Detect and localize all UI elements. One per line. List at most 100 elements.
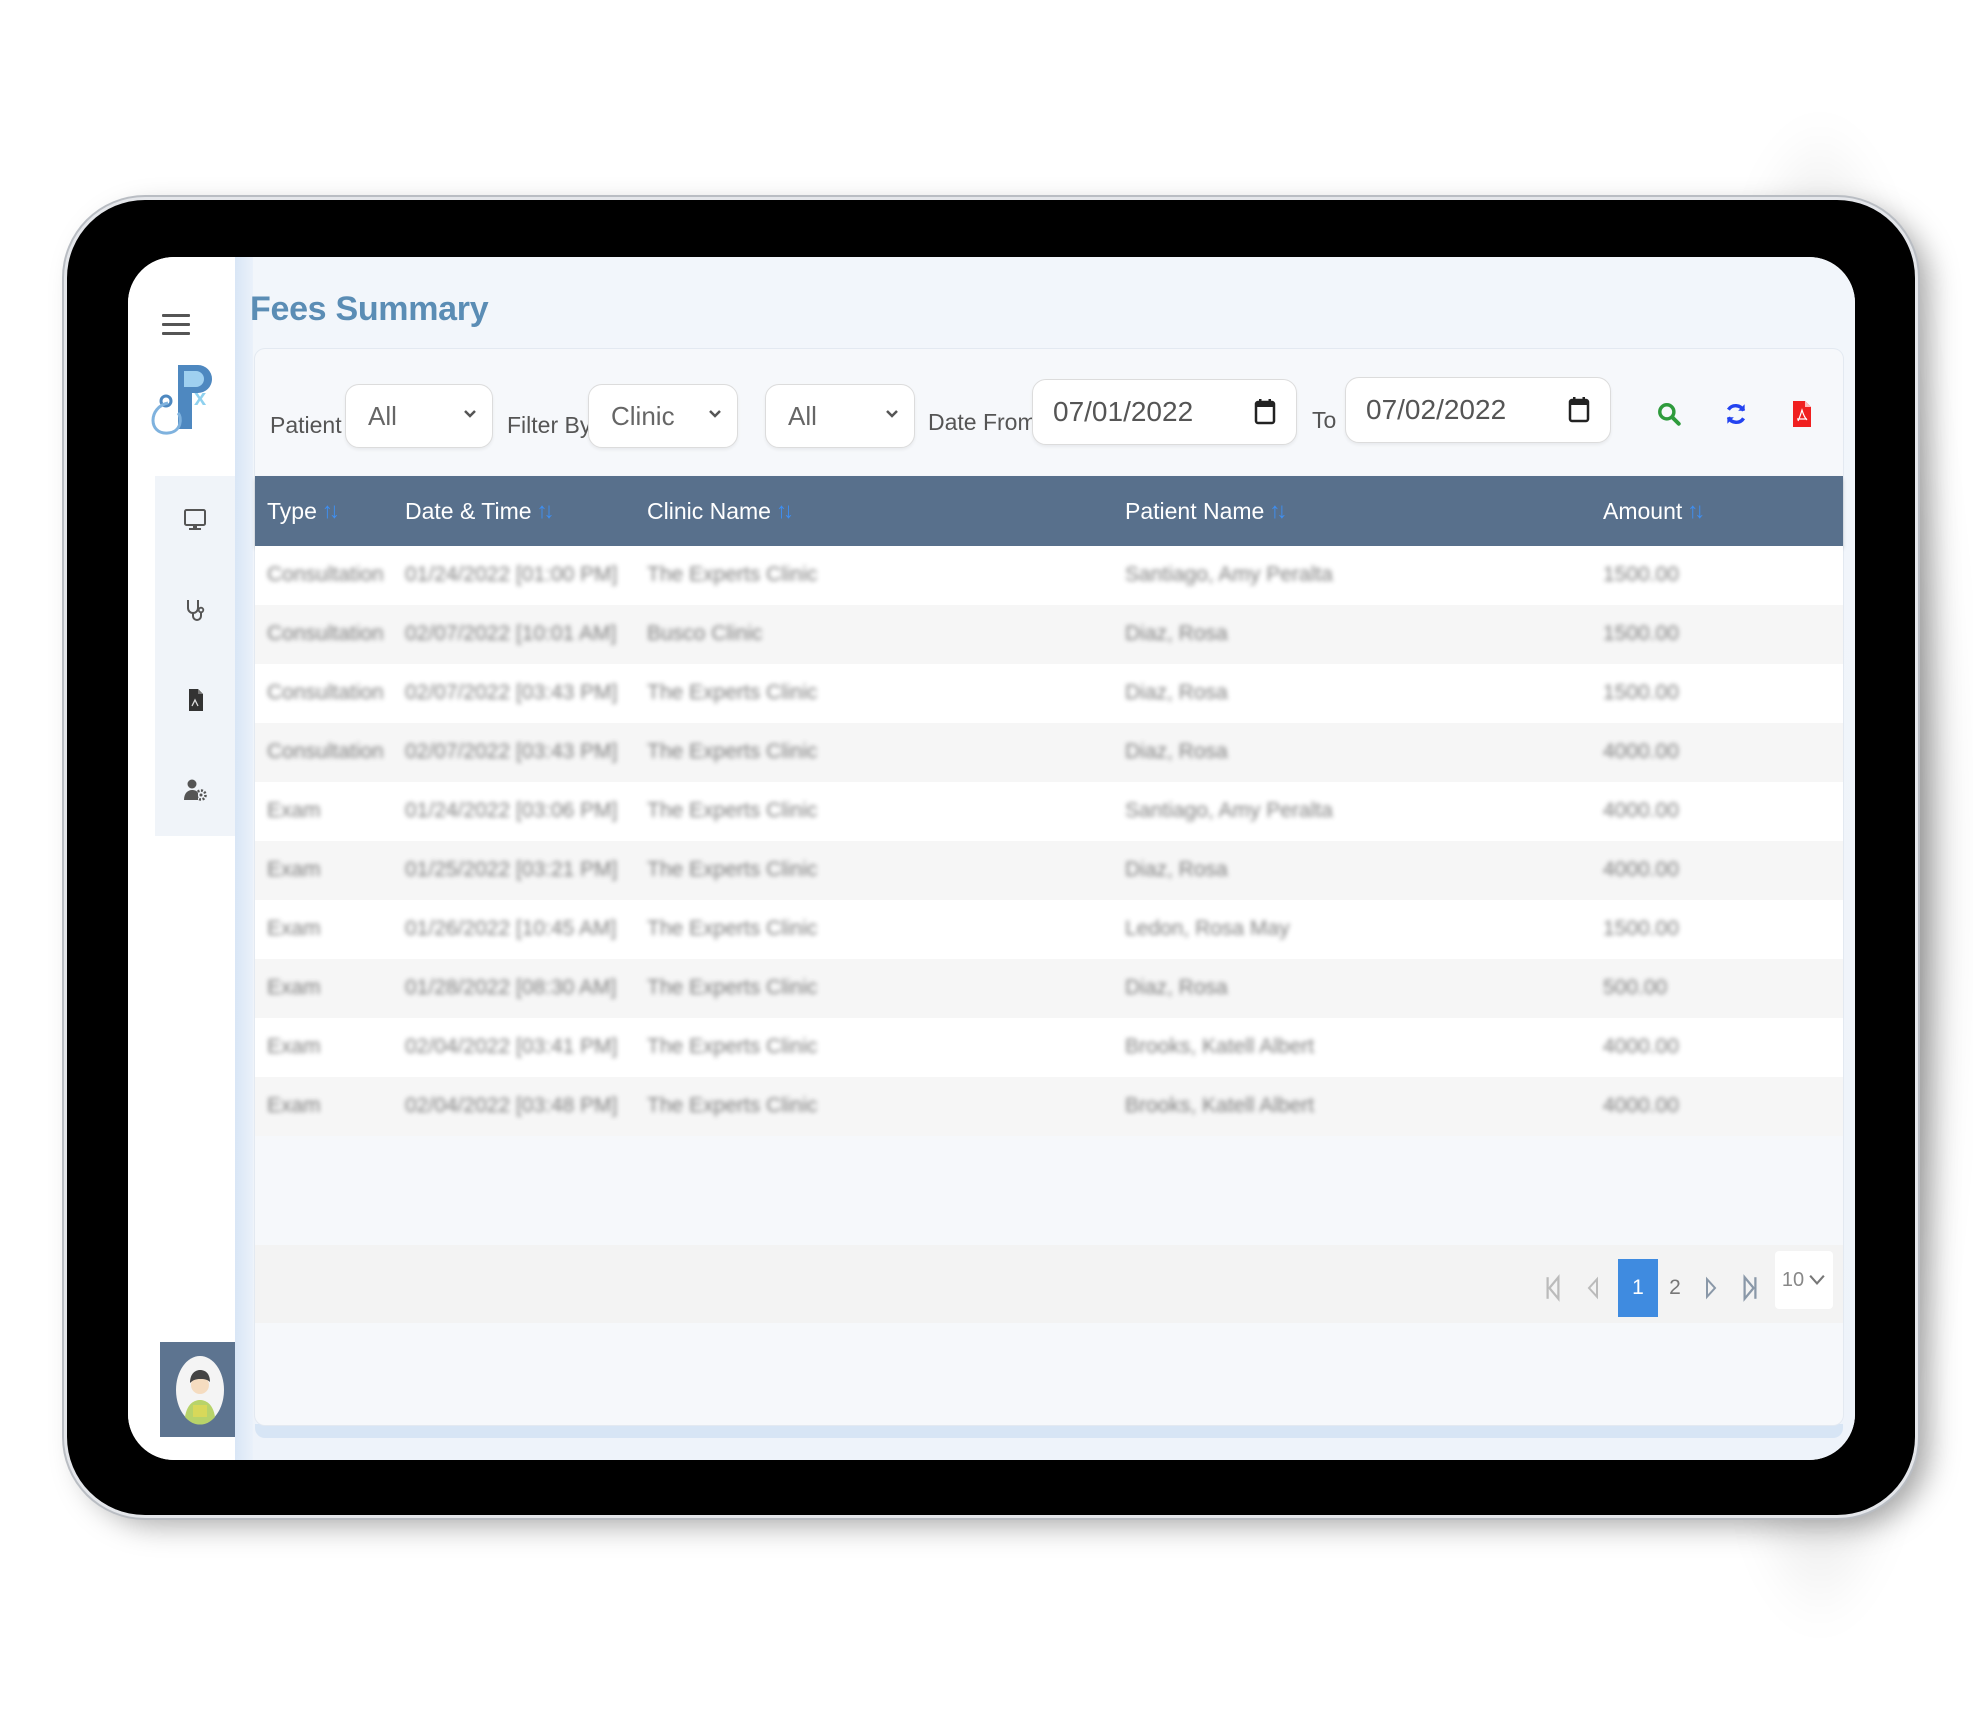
column-label: Clinic Name bbox=[647, 497, 771, 524]
panel-shadow bbox=[255, 1424, 1843, 1438]
page-1-button[interactable]: 1 bbox=[1618, 1259, 1658, 1317]
cell-clinic-name: The Experts Clinic bbox=[647, 799, 818, 822]
cell-amount: 1500.00 bbox=[1603, 681, 1679, 704]
cell-type: Consultation bbox=[267, 740, 384, 763]
table-row[interactable]: Exam 01/28/2022 [08:30 AM] The Experts Cli… bbox=[255, 959, 1843, 1018]
cell-clinic-name: The Experts Clinic bbox=[647, 563, 818, 586]
chevron-down-icon bbox=[886, 410, 898, 418]
table-row[interactable]: Exam 02/04/2022 [03:41 PM] The Experts Cli… bbox=[255, 1018, 1843, 1077]
cell-type: Exam bbox=[267, 976, 321, 999]
prev-page-icon[interactable] bbox=[1578, 1259, 1608, 1317]
cell-date-time: 02/07/2022 [10:01 AM] bbox=[405, 622, 617, 645]
filter-by-label: Filter By bbox=[507, 412, 592, 438]
rx-stethoscope-logo-icon: x bbox=[148, 357, 218, 437]
search-icon bbox=[1658, 403, 1681, 426]
next-page-icon[interactable] bbox=[1696, 1259, 1726, 1317]
column-header-date-time[interactable]: Date & Time ↑↓ bbox=[405, 498, 555, 525]
patient-label: Patient bbox=[270, 412, 342, 438]
sidebar-item-user-settings[interactable] bbox=[155, 760, 235, 820]
last-page-icon[interactable] bbox=[1735, 1259, 1765, 1317]
cell-patient-name: Santiago, Amy Peralta bbox=[1125, 799, 1333, 822]
table-row[interactable]: Exam 02/04/2022 [03:48 PM] The Experts Cli… bbox=[255, 1077, 1843, 1136]
column-header-amount[interactable]: Amount ↑↓ bbox=[1603, 498, 1705, 525]
cell-type: Consultation bbox=[267, 563, 384, 586]
patient-select-value: All bbox=[368, 400, 397, 431]
sidebar-item-documents[interactable] bbox=[155, 670, 235, 730]
table-row[interactable]: Exam 01/24/2022 [03:06 PM] The Experts Cli… bbox=[255, 782, 1843, 841]
date-to-input[interactable]: 07/02/2022 bbox=[1345, 377, 1611, 443]
pdf-icon bbox=[1793, 401, 1811, 427]
cell-type: Exam bbox=[267, 1035, 321, 1058]
page-title: Fees Summary bbox=[250, 290, 489, 328]
cell-type: Exam bbox=[267, 799, 321, 822]
sort-arrows-icon: ↑↓ bbox=[1687, 498, 1705, 523]
date-from-value: 07/01/2022 bbox=[1053, 396, 1194, 427]
refresh-icon bbox=[1726, 403, 1746, 425]
cell-amount: 4000.00 bbox=[1603, 1035, 1679, 1058]
cell-type: Exam bbox=[267, 1094, 321, 1117]
date-from-label: Date From bbox=[928, 409, 1037, 435]
calendar-icon[interactable] bbox=[1568, 395, 1590, 423]
content-edge bbox=[235, 257, 253, 1460]
hamburger-icon[interactable] bbox=[158, 309, 194, 339]
table-row[interactable]: Exam 01/25/2022 [03:21 PM] The Experts Cli… bbox=[255, 841, 1843, 900]
patient-select[interactable]: All bbox=[345, 384, 493, 448]
cell-amount: 4000.00 bbox=[1603, 740, 1679, 763]
sort-arrows-icon: ↑↓ bbox=[775, 498, 794, 523]
cell-amount: 1500.00 bbox=[1603, 622, 1679, 645]
page-2-button[interactable]: 2 bbox=[1660, 1259, 1690, 1317]
first-page-icon[interactable] bbox=[1538, 1259, 1568, 1317]
tablet-frame: x Fees Summary Patient All Filter By Cli… bbox=[67, 200, 1915, 1515]
cell-amount: 4000.00 bbox=[1603, 1094, 1679, 1117]
cell-date-time: 01/24/2022 [03:06 PM] bbox=[405, 799, 618, 822]
chevron-down-icon bbox=[709, 410, 721, 418]
table-row[interactable]: Consultation 02/07/2022 [03:43 PM] The Exp… bbox=[255, 723, 1843, 782]
cell-clinic-name: Busco Clinic bbox=[647, 622, 763, 645]
sidebar-item-clinical[interactable] bbox=[155, 580, 235, 640]
main-content: Fees Summary Patient All Filter By Clini… bbox=[235, 257, 1855, 1460]
filter-value-select[interactable]: All bbox=[765, 384, 915, 448]
cell-patient-name: Diaz, Rosa bbox=[1125, 622, 1228, 645]
cell-type: Consultation bbox=[267, 622, 384, 645]
refresh-button[interactable] bbox=[1719, 394, 1753, 434]
table-row[interactable]: Exam 01/26/2022 [10:45 AM] The Experts Cli… bbox=[255, 900, 1843, 959]
cell-patient-name: Diaz, Rosa bbox=[1125, 858, 1228, 881]
pagination: 1 2 10 bbox=[255, 1245, 1843, 1323]
user-gear-icon bbox=[184, 779, 207, 801]
export-pdf-button[interactable] bbox=[1785, 394, 1819, 434]
cell-date-time: 01/24/2022 [01:00 PM] bbox=[405, 563, 618, 586]
cell-patient-name: Diaz, Rosa bbox=[1125, 740, 1228, 763]
user-avatar[interactable] bbox=[160, 1342, 240, 1437]
pdf-document-icon bbox=[189, 689, 203, 711]
sort-arrows-icon: ↑↓ bbox=[321, 498, 340, 523]
table-header: Type ↑↓ Date & Time ↑↓ Clinic Name ↑↓ Patie… bbox=[255, 476, 1843, 546]
cell-patient-name: Brooks, Katell Albert bbox=[1125, 1035, 1315, 1058]
search-button[interactable] bbox=[1652, 394, 1686, 434]
cell-clinic-name: The Experts Clinic bbox=[647, 917, 818, 940]
column-header-clinic-name[interactable]: Clinic Name ↑↓ bbox=[647, 497, 794, 525]
column-label: Type bbox=[267, 497, 317, 524]
calendar-icon[interactable] bbox=[1254, 397, 1276, 425]
sidebar-item-dashboard[interactable] bbox=[155, 490, 235, 550]
cell-clinic-name: The Experts Clinic bbox=[647, 976, 818, 999]
cell-patient-name: Brooks, Katell Albert bbox=[1125, 1094, 1315, 1117]
table-row[interactable]: Consultation 02/07/2022 [03:43 PM] The Exp… bbox=[255, 664, 1843, 723]
cell-type: Consultation bbox=[267, 681, 384, 704]
cell-date-time: 01/25/2022 [03:21 PM] bbox=[405, 858, 618, 881]
cell-patient-name: Diaz, Rosa bbox=[1125, 681, 1228, 704]
cell-clinic-name: The Experts Clinic bbox=[647, 681, 818, 704]
table-row[interactable]: Consultation 01/24/2022 [01:00 PM] The Exp… bbox=[255, 546, 1843, 605]
svg-text:x: x bbox=[194, 385, 207, 410]
cell-clinic-name: The Experts Clinic bbox=[647, 1035, 818, 1058]
user-avatar-icon bbox=[176, 1355, 224, 1425]
filter-by-select[interactable]: Clinic bbox=[588, 384, 738, 448]
filter-by-select-value: Clinic bbox=[611, 400, 675, 431]
page-size-select[interactable]: 10 bbox=[1775, 1251, 1833, 1309]
filter-value-select-value: All bbox=[788, 400, 817, 431]
cell-type: Exam bbox=[267, 917, 321, 940]
date-from-input[interactable]: 07/01/2022 bbox=[1032, 379, 1297, 445]
table-row[interactable]: Consultation 02/07/2022 [10:01 AM] Busco C… bbox=[255, 605, 1843, 664]
cell-amount: 4000.00 bbox=[1603, 799, 1679, 822]
column-header-patient-name[interactable]: Patient Name ↑↓ bbox=[1125, 498, 1287, 525]
column-header-type[interactable]: Type ↑↓ bbox=[267, 497, 340, 525]
